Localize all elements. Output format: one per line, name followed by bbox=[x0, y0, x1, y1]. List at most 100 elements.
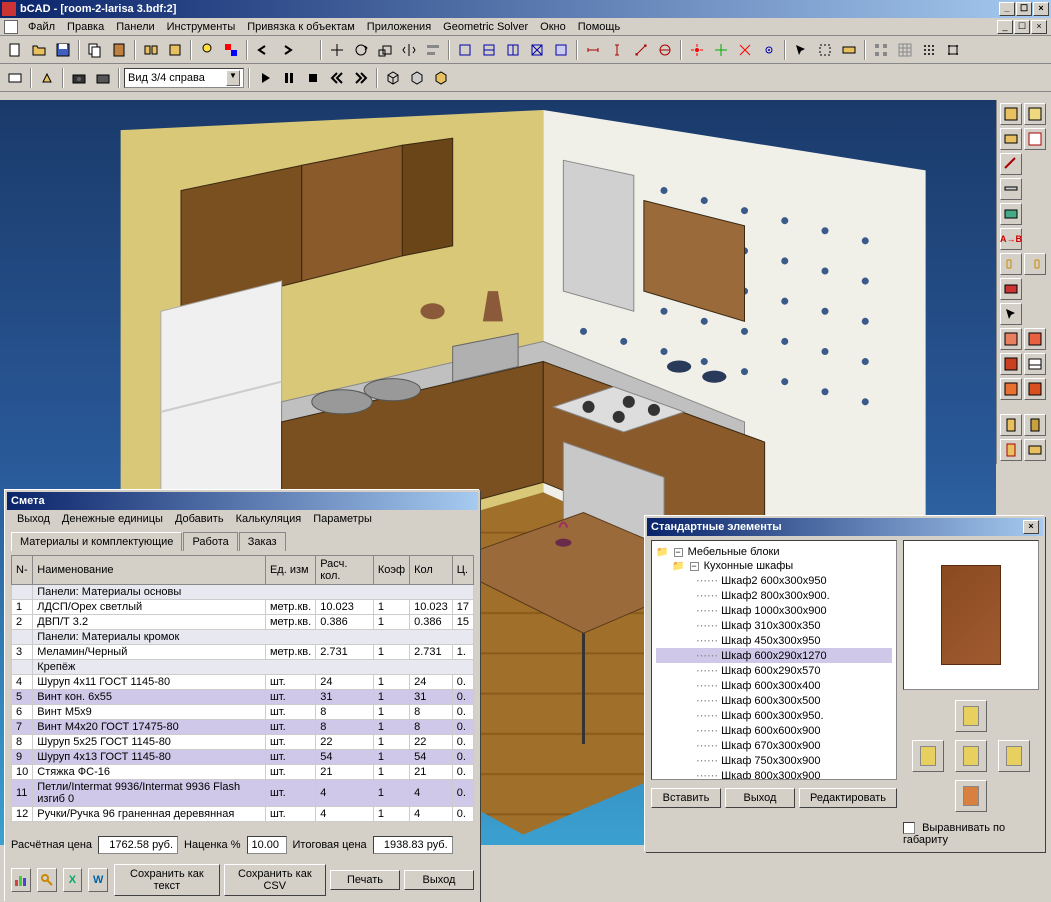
tb-rotate-icon[interactable] bbox=[350, 39, 372, 61]
tree-item[interactable]: Шкаф 750x300x900 bbox=[656, 753, 892, 768]
tb-dim2-icon[interactable] bbox=[606, 39, 628, 61]
edit-button[interactable]: Редактировать bbox=[799, 788, 897, 808]
tb-box2-icon[interactable] bbox=[478, 39, 500, 61]
tree-item[interactable]: Шкаф2 800x300x900. bbox=[656, 588, 892, 603]
smeta-excel-icon[interactable]: X bbox=[63, 868, 83, 892]
menu-window[interactable]: Окно bbox=[534, 20, 572, 34]
smeta-menu-params[interactable]: Параметры bbox=[307, 512, 378, 526]
rtb-panel1-icon[interactable] bbox=[1000, 128, 1022, 150]
column-header[interactable]: Наименование bbox=[33, 556, 266, 585]
rtb-hinge1-icon[interactable] bbox=[1000, 253, 1022, 275]
table-row[interactable]: Крепёж bbox=[12, 660, 474, 675]
menu-tools[interactable]: Инструменты bbox=[161, 20, 242, 34]
tb-render-icon[interactable] bbox=[36, 67, 58, 89]
tab-materials[interactable]: Материалы и комплектующие bbox=[11, 532, 182, 551]
menu-help[interactable]: Помощь bbox=[572, 20, 627, 34]
materials-table[interactable]: N-НаименованиеЕд. измРасч. кол.КоэфКолЦ.… bbox=[11, 555, 474, 822]
tree-item[interactable]: Шкаф 600x290x570 bbox=[656, 663, 892, 678]
tb-box3-icon[interactable] bbox=[502, 39, 524, 61]
rtb-mat2-icon[interactable] bbox=[1024, 378, 1046, 400]
smeta-key-icon[interactable] bbox=[37, 868, 57, 892]
std-titlebar[interactable]: Стандартные элементы × bbox=[647, 518, 1043, 536]
table-row[interactable]: 1ЛДСП/Орех светлыйметр.кв.10.023110.0231… bbox=[12, 600, 474, 615]
tb-open-icon[interactable] bbox=[28, 39, 50, 61]
tb-snap1-icon[interactable] bbox=[686, 39, 708, 61]
close-button[interactable]: × bbox=[1033, 2, 1049, 16]
rtb-panel2-icon[interactable] bbox=[1024, 128, 1046, 150]
column-header[interactable]: Коэф bbox=[373, 556, 409, 585]
tb-stop-icon[interactable] bbox=[302, 67, 324, 89]
save-text-button[interactable]: Сохранить как текст bbox=[114, 864, 219, 896]
save-csv-button[interactable]: Сохранить как CSV bbox=[224, 864, 326, 896]
total-field[interactable]: 1938.83 руб. bbox=[373, 836, 453, 854]
align-checkbox[interactable] bbox=[903, 822, 915, 834]
tree-item[interactable]: Шкаф 1000x300x900 bbox=[656, 603, 892, 618]
table-row[interactable]: 10Стяжка ФС-16шт.211210. bbox=[12, 765, 474, 780]
tb-camera-icon[interactable] bbox=[68, 67, 90, 89]
tb-group1-icon[interactable] bbox=[140, 39, 162, 61]
smeta-titlebar[interactable]: Смета bbox=[7, 492, 478, 510]
rtb-door3-icon[interactable] bbox=[1000, 439, 1022, 461]
smeta-menu-calc[interactable]: Калькуляция bbox=[230, 512, 308, 526]
smeta-menu-add[interactable]: Добавить bbox=[169, 512, 230, 526]
column-header[interactable]: Расч. кол. bbox=[316, 556, 374, 585]
tab-work[interactable]: Работа bbox=[183, 532, 237, 551]
tb-snap4-icon[interactable] bbox=[758, 39, 780, 61]
tb-wire-icon[interactable] bbox=[382, 67, 404, 89]
column-header[interactable]: Ед. изм bbox=[265, 556, 315, 585]
rtb-layer-icon[interactable] bbox=[1024, 353, 1046, 375]
markup-field[interactable]: 10.00 bbox=[247, 836, 287, 854]
mdi-maximize-button[interactable]: ☐ bbox=[1014, 20, 1030, 34]
rtb-cabinet2-icon[interactable] bbox=[1024, 103, 1046, 125]
rtb-part1-icon[interactable] bbox=[1000, 328, 1022, 350]
tb-scale-icon[interactable] bbox=[374, 39, 396, 61]
smeta-word-icon[interactable]: W bbox=[88, 868, 108, 892]
tree-item[interactable]: Шкаф 800x300x900 bbox=[656, 768, 892, 780]
table-row[interactable]: 3Меламин/Черныйметр.кв.2.73112.7311. bbox=[12, 645, 474, 660]
tb-solid-icon[interactable] bbox=[406, 67, 428, 89]
mdi-close-button[interactable]: × bbox=[1031, 20, 1047, 34]
rtb-door2-icon[interactable] bbox=[1024, 414, 1046, 436]
tb-copy-icon[interactable] bbox=[84, 39, 106, 61]
tb-grid1-icon[interactable] bbox=[870, 39, 892, 61]
menu-solver[interactable]: Geometric Solver bbox=[437, 20, 534, 34]
elements-tree[interactable]: − Мебельные блоки − Кухонные шкафы Шкаф2… bbox=[651, 540, 897, 780]
rtb-door4-icon[interactable] bbox=[1024, 439, 1046, 461]
variant-left[interactable] bbox=[912, 740, 944, 772]
menu-snap[interactable]: Привязка к объектам bbox=[241, 20, 361, 34]
tb-shade-icon[interactable] bbox=[430, 67, 452, 89]
variant-top[interactable] bbox=[955, 700, 987, 732]
tb-redo-icon[interactable] bbox=[276, 39, 298, 61]
minimize-button[interactable]: _ bbox=[999, 2, 1015, 16]
tb-box5-icon[interactable] bbox=[550, 39, 572, 61]
tb-box4-icon[interactable] bbox=[526, 39, 548, 61]
tree-item[interactable]: Шкаф 310x300x350 bbox=[656, 618, 892, 633]
menu-panels[interactable]: Панели bbox=[110, 20, 160, 34]
tb-paste-icon[interactable] bbox=[108, 39, 130, 61]
tree-item[interactable]: Шкаф 600x300x400 bbox=[656, 678, 892, 693]
smeta-menu-exit[interactable]: Выход bbox=[11, 512, 56, 526]
std-close-button[interactable]: × bbox=[1023, 520, 1039, 534]
tb-group2-icon[interactable] bbox=[164, 39, 186, 61]
table-row[interactable]: 4Шуруп 4x11 ГОСТ 1145-80шт.241240. bbox=[12, 675, 474, 690]
variant-center[interactable] bbox=[955, 740, 987, 772]
smeta-chart-icon[interactable] bbox=[11, 868, 31, 892]
tb-box1-icon[interactable] bbox=[454, 39, 476, 61]
table-row[interactable]: 9Шуруп 4x13 ГОСТ 1145-80шт.541540. bbox=[12, 750, 474, 765]
table-row[interactable]: 5Винт кон. 6x55шт.311310. bbox=[12, 690, 474, 705]
tb-grid3-icon[interactable] bbox=[918, 39, 940, 61]
tab-order[interactable]: Заказ bbox=[239, 532, 286, 551]
column-header[interactable]: N- bbox=[12, 556, 33, 585]
tb-snap3-icon[interactable] bbox=[734, 39, 756, 61]
table-row[interactable]: 11Петли/Intermat 9936/Intermat 9936 Flas… bbox=[12, 780, 474, 807]
menu-file[interactable]: Файл bbox=[22, 20, 61, 34]
tb-save-icon[interactable] bbox=[52, 39, 74, 61]
table-row[interactable]: 8Шуруп 5x25 ГОСТ 1145-80шт.221220. bbox=[12, 735, 474, 750]
tb-new-icon[interactable] bbox=[4, 39, 26, 61]
column-header[interactable]: Ц. bbox=[452, 556, 473, 585]
table-row[interactable]: 12Ручки/Ручка 96 граненная деревяннаяшт.… bbox=[12, 807, 474, 822]
tb-grid2-icon[interactable] bbox=[894, 39, 916, 61]
tb-sel3-icon[interactable] bbox=[838, 39, 860, 61]
tb-pause-icon[interactable] bbox=[278, 67, 300, 89]
rtb-green-icon[interactable] bbox=[1000, 203, 1022, 225]
